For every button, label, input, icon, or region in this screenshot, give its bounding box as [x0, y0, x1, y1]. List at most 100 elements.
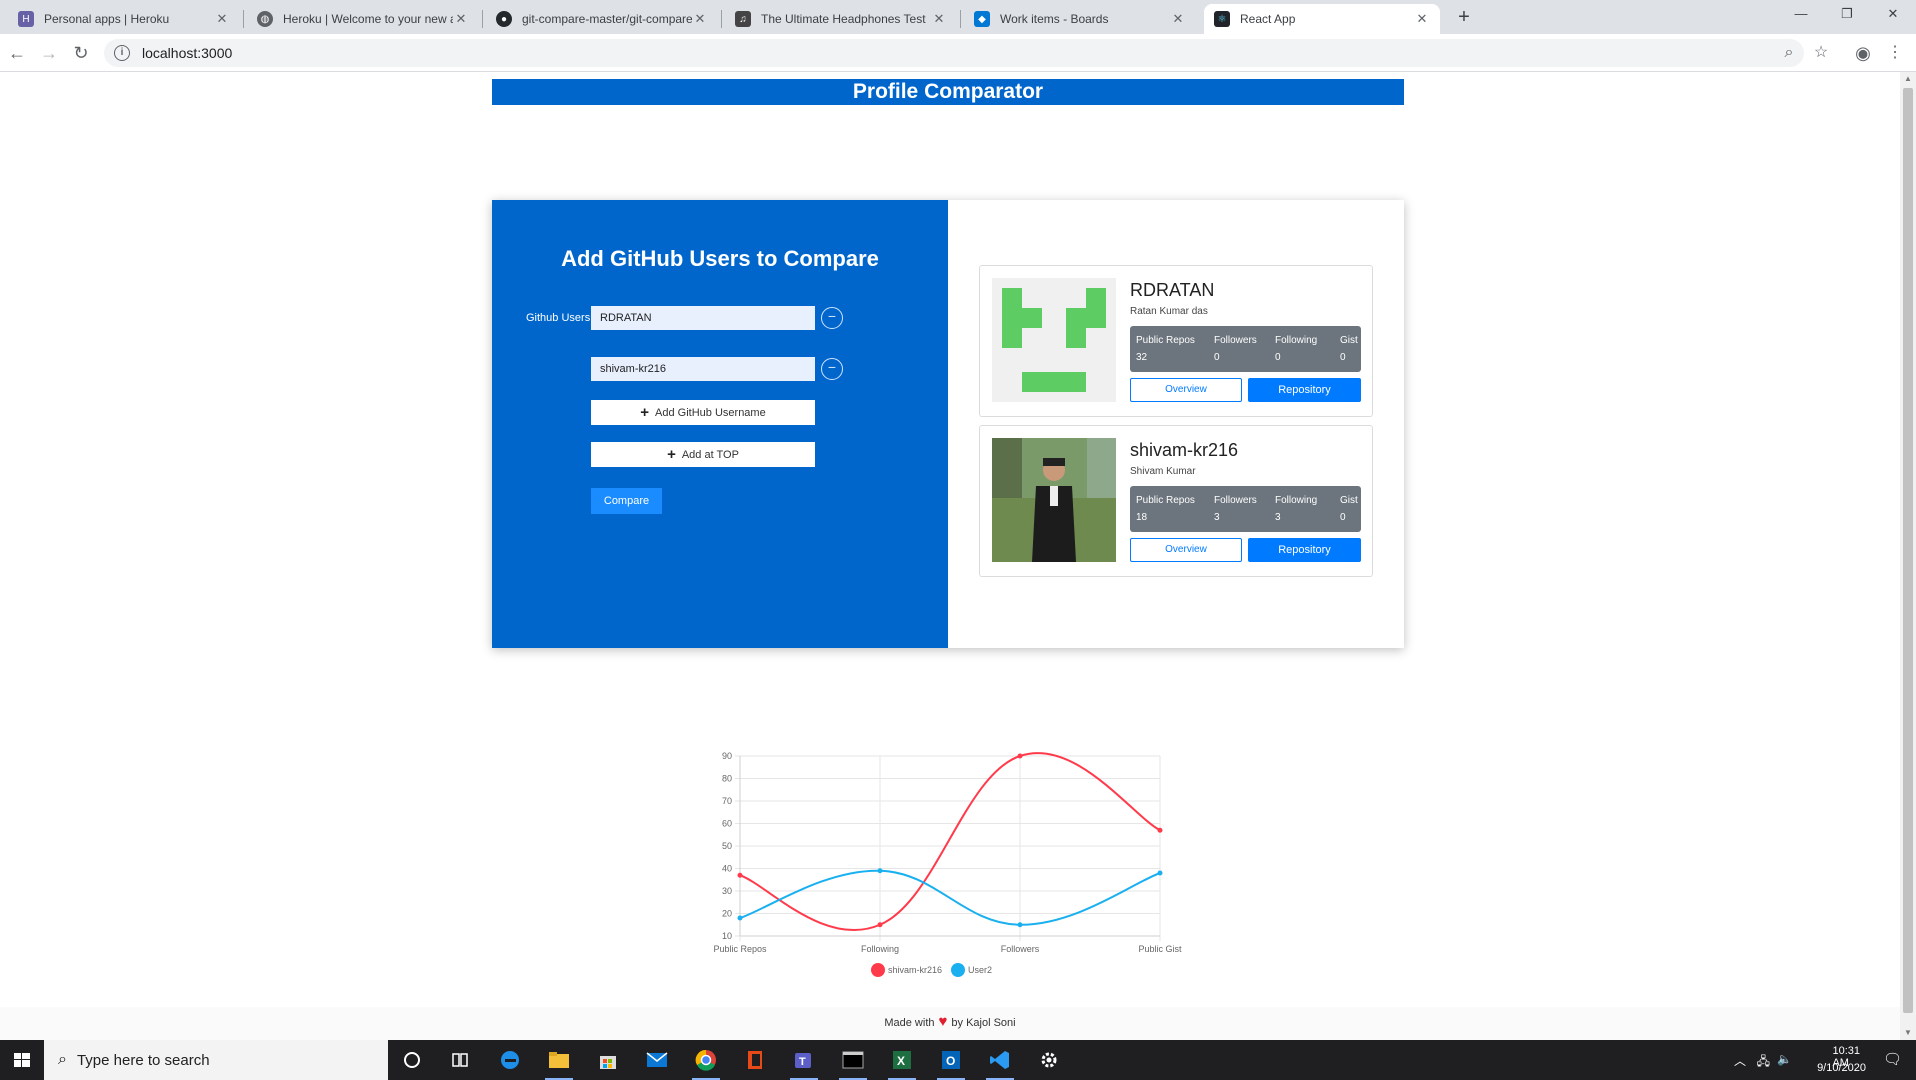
browser-tab-bar: H Personal apps | Heroku ✕ ◍ Heroku | We…: [0, 0, 1916, 34]
svg-text:T: T: [799, 1056, 806, 1068]
form-title: Add GitHub Users to Compare: [561, 246, 879, 271]
stat-header: Public Repos: [1136, 335, 1195, 346]
github-icon: ●: [496, 11, 512, 27]
data-point: [737, 915, 743, 921]
settings-gear-icon[interactable]: [1029, 1044, 1069, 1076]
mail-icon[interactable]: [637, 1044, 677, 1076]
y-tick-label: 10: [722, 931, 732, 941]
close-icon[interactable]: ✕: [1414, 11, 1430, 27]
remove-user-button-2[interactable]: −: [821, 358, 843, 380]
data-point: [737, 872, 743, 878]
taskbar-search-box[interactable]: ⌕ Type here to search: [44, 1040, 388, 1080]
notifications-icon[interactable]: 🗨: [1883, 1050, 1902, 1068]
compare-button[interactable]: Compare: [591, 488, 662, 514]
tab-heroku-welcome[interactable]: ◍ Heroku | Welcome to your new a ✕: [247, 4, 479, 34]
username-input-2[interactable]: [591, 357, 815, 381]
y-tick-label: 40: [722, 864, 732, 874]
data-point: [877, 922, 883, 928]
x-tick-label: Followers: [1001, 944, 1040, 954]
profile-username: RDRATAN: [1130, 280, 1215, 300]
office-icon[interactable]: [735, 1044, 775, 1076]
tab-github[interactable]: ● git-compare-master/git-compare ✕: [486, 4, 718, 34]
legend-marker: [951, 963, 965, 977]
close-window-button[interactable]: ✕: [1870, 0, 1916, 30]
teams-icon[interactable]: T: [784, 1044, 824, 1080]
scrollbar-thumb[interactable]: [1903, 88, 1913, 1013]
show-hidden-icons-icon[interactable]: ︿: [1734, 1052, 1746, 1069]
stat-value: 3: [1275, 512, 1281, 523]
legend-label: shivam-kr216: [888, 965, 942, 975]
restore-button[interactable]: ❐: [1824, 0, 1870, 30]
close-icon[interactable]: ✕: [931, 11, 947, 27]
close-icon[interactable]: ✕: [453, 11, 469, 27]
windows-start-icon[interactable]: [0, 1040, 44, 1080]
profile-fullname: Ratan Kumar das: [1130, 306, 1208, 317]
profile-fullname: Shivam Kumar: [1130, 466, 1196, 477]
browser-toolbar: ← → ↻ i localhost:3000 ⌕ ☆ ◉ ⋮: [0, 34, 1916, 72]
menu-icon[interactable]: ⋮: [1882, 40, 1908, 66]
zoom-icon[interactable]: ⌕: [1776, 40, 1802, 66]
repository-button[interactable]: Repository: [1248, 538, 1361, 562]
scroll-up-arrow-icon[interactable]: ▲: [1900, 72, 1916, 86]
network-icon[interactable]: 🖧: [1757, 1052, 1770, 1073]
back-button[interactable]: ←: [4, 40, 30, 66]
profile-icon[interactable]: ◉: [1850, 40, 1876, 66]
taskbar-search-placeholder: Type here to search: [76, 1051, 210, 1069]
tab-work-items[interactable]: ◆ Work items - Boards ✕: [964, 4, 1196, 34]
scroll-down-arrow-icon[interactable]: ▼: [1900, 1026, 1916, 1040]
add-username-button[interactable]: + Add GitHub Username: [591, 400, 815, 425]
address-bar[interactable]: i localhost:3000: [104, 39, 1804, 67]
outlook-icon[interactable]: O: [931, 1044, 971, 1080]
page-scrollbar[interactable]: ▲ ▼: [1900, 72, 1916, 1040]
profile-username: shivam-kr216: [1130, 440, 1239, 460]
search-icon: ⌕: [58, 1051, 67, 1068]
stat-header: Followers: [1214, 335, 1257, 346]
y-tick-label: 60: [722, 819, 732, 829]
reload-button[interactable]: ↻: [68, 40, 94, 66]
edge-icon[interactable]: [490, 1044, 530, 1076]
cortana-icon[interactable]: [392, 1044, 432, 1076]
github-users-label: Github Users: [526, 312, 591, 324]
tab-separator: [721, 10, 722, 28]
heroku-icon: H: [18, 11, 34, 27]
info-icon[interactable]: i: [114, 45, 130, 61]
store-icon[interactable]: [588, 1044, 628, 1076]
close-icon[interactable]: ✕: [214, 11, 230, 27]
profile-card: RDRATAN Ratan Kumar das Public Repos Fol…: [979, 265, 1373, 417]
heart-icon: ♥: [938, 1013, 948, 1030]
windows-taskbar: ⌕ Type here to search T X O ︿ 🖧 🔈 10:31 …: [0, 1040, 1916, 1080]
data-point: [877, 868, 883, 874]
file-explorer-icon[interactable]: [539, 1044, 579, 1080]
data-point: [1017, 922, 1023, 928]
excel-icon[interactable]: X: [882, 1044, 922, 1080]
overview-button[interactable]: Overview: [1130, 378, 1242, 402]
x-tick-label: Public Gist: [1138, 944, 1182, 954]
minimize-button[interactable]: —: [1778, 0, 1824, 30]
tab-react-app[interactable]: ⚛ React App ✕: [1204, 4, 1440, 34]
stat-header: Followers: [1214, 495, 1257, 506]
add-at-top-button[interactable]: + Add at TOP: [591, 442, 815, 467]
tab-heroku-apps[interactable]: H Personal apps | Heroku ✕: [8, 4, 240, 34]
new-tab-button[interactable]: +: [1450, 4, 1478, 32]
clock-date[interactable]: 9/10/2020: [1817, 1062, 1866, 1074]
close-icon[interactable]: ✕: [1170, 11, 1186, 27]
add-users-panel: Add GitHub Users to Compare Github Users…: [492, 200, 948, 648]
globe-icon: ◍: [257, 11, 273, 27]
task-view-icon[interactable]: [440, 1044, 480, 1076]
tab-headphones[interactable]: ♫ The Ultimate Headphones Test ✕: [725, 4, 957, 34]
volume-icon[interactable]: 🔈: [1777, 1052, 1792, 1066]
data-point: [1157, 827, 1163, 833]
remove-user-button-1[interactable]: −: [821, 307, 843, 329]
forward-button[interactable]: →: [36, 40, 62, 66]
close-icon[interactable]: ✕: [692, 11, 708, 27]
overview-button[interactable]: Overview: [1130, 538, 1242, 562]
profile-card: shivam-kr216 Shivam Kumar Public Repos F…: [979, 425, 1373, 577]
terminal-icon[interactable]: [833, 1044, 873, 1080]
bookmark-star-icon[interactable]: ☆: [1808, 40, 1834, 66]
username-input-1[interactable]: [591, 306, 815, 330]
identicon-avatar: [992, 278, 1116, 402]
repository-button[interactable]: Repository: [1248, 378, 1361, 402]
stat-header: Following: [1275, 495, 1318, 506]
chrome-icon[interactable]: [686, 1044, 726, 1080]
vscode-icon[interactable]: [980, 1044, 1020, 1080]
